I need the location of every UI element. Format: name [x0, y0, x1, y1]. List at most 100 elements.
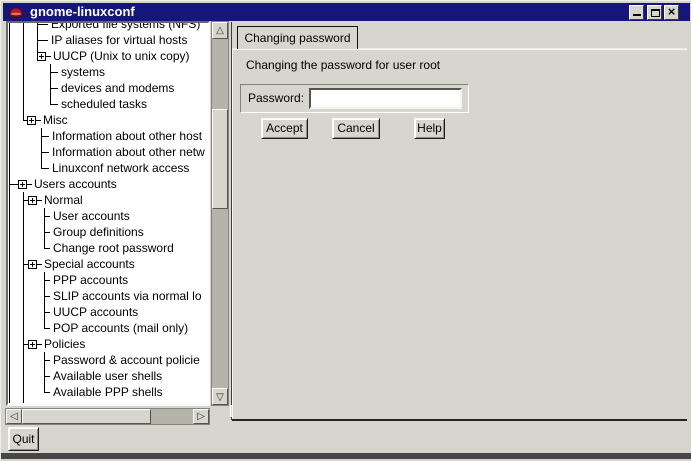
- window-title: gnome-linuxconf: [30, 3, 135, 21]
- tree-branch-line: [44, 392, 50, 393]
- maximize-icon: [651, 9, 660, 17]
- tree-expander-icon[interactable]: [27, 116, 36, 125]
- tree-item[interactable]: Change root password: [53, 240, 174, 256]
- tree-guide-line: [50, 64, 51, 104]
- close-icon: ×: [665, 6, 678, 19]
- plus-bar: [32, 342, 33, 347]
- tree-guide-line: [41, 128, 42, 168]
- tree-guide-line: [37, 21, 38, 56]
- tree-branch-line: [44, 296, 50, 297]
- tree-branch-line: [44, 232, 50, 233]
- tree-item[interactable]: Information about other netw: [52, 144, 205, 160]
- tree-guide-line: [44, 352, 45, 392]
- tree-item[interactable]: Group definitions: [53, 224, 144, 240]
- tree-item[interactable]: Information about other host: [52, 128, 202, 144]
- tree-item[interactable]: Linuxconf network access: [52, 160, 189, 176]
- tree-item[interactable]: Policies: [44, 336, 85, 352]
- tree-branch-line: [44, 280, 50, 281]
- window-bottom-frame: [1, 453, 691, 459]
- maximize-button[interactable]: [647, 5, 662, 20]
- tree-expander-icon[interactable]: [28, 260, 37, 269]
- tree-branch-line: [44, 376, 50, 377]
- tree-branch-line: [44, 360, 50, 361]
- tree-branch-line: [37, 264, 42, 265]
- cancel-button[interactable]: Cancel: [332, 118, 380, 139]
- tree-guide-line: [9, 21, 10, 403]
- accept-button[interactable]: Accept: [261, 118, 308, 139]
- tree-branch-line: [9, 184, 18, 185]
- quit-button[interactable]: Quit: [8, 427, 39, 451]
- titlebar[interactable]: gnome-linuxconf ×: [3, 3, 690, 21]
- tree-branch-line: [27, 184, 32, 185]
- tree-item[interactable]: Exported file systems (NFS): [51, 21, 200, 32]
- tree-item[interactable]: systems: [61, 64, 105, 80]
- tree-branch-line: [50, 72, 58, 73]
- tree-branch-line: [50, 88, 58, 89]
- plus-bar: [32, 198, 33, 203]
- tree-guide-line: [23, 21, 24, 120]
- scroll-down-button[interactable]: ▽: [212, 388, 228, 405]
- scroll-down-icon: ▽: [213, 389, 227, 404]
- tree-item[interactable]: UUCP (Unix to unix copy): [53, 48, 190, 64]
- tree-item[interactable]: Available PPP shells: [53, 384, 163, 400]
- vertical-scrollbar-thumb[interactable]: [212, 109, 228, 209]
- tree-branch-line: [36, 120, 41, 121]
- tree-branch-line: [44, 248, 50, 249]
- application-window: gnome-linuxconf × Exported file systems …: [0, 0, 691, 461]
- tree-guide-line: [23, 192, 24, 403]
- password-label: Password:: [248, 85, 304, 112]
- tree-branch-line: [37, 24, 48, 25]
- plus-bar: [41, 54, 42, 59]
- tree-vertical-scrollbar[interactable]: △ ▽: [211, 21, 229, 406]
- scroll-left-icon: ◁: [7, 410, 21, 423]
- tree-branch-line: [46, 56, 51, 57]
- panel-heading: Changing the password for user root: [246, 58, 440, 72]
- tree-item[interactable]: IP aliases for virtual hosts: [51, 32, 188, 48]
- config-tree: Exported file systems (NFS)IP aliases fo…: [6, 21, 210, 406]
- help-button[interactable]: Help: [414, 118, 445, 139]
- tree-item[interactable]: devices and modems: [61, 80, 174, 96]
- minimize-icon: [633, 14, 641, 16]
- scroll-right-button[interactable]: ▷: [193, 409, 209, 424]
- tree-expander-icon[interactable]: [28, 196, 37, 205]
- tree-branch-line: [37, 344, 42, 345]
- tree-horizontal-scrollbar[interactable]: ◁ ▷: [5, 408, 210, 425]
- tree-branch-line: [50, 104, 58, 105]
- tree-item[interactable]: UUCP accounts: [53, 304, 138, 320]
- tree-branch-line: [41, 168, 49, 169]
- scroll-left-button[interactable]: ◁: [6, 409, 22, 424]
- tree-item[interactable]: Password & account policie: [53, 352, 200, 368]
- tree-item[interactable]: Normal: [44, 192, 83, 208]
- tree-item[interactable]: Special accounts: [44, 256, 135, 272]
- close-button[interactable]: ×: [664, 5, 679, 20]
- scroll-up-button[interactable]: △: [212, 22, 228, 39]
- tree-branch-line: [44, 216, 50, 217]
- tree-item[interactable]: Available user shells: [53, 368, 162, 384]
- tab-changing-password[interactable]: Changing password: [237, 26, 358, 49]
- tree-expander-icon[interactable]: [28, 340, 37, 349]
- minimize-button[interactable]: [629, 5, 644, 20]
- tree-item[interactable]: Misc: [43, 112, 68, 128]
- tree-item[interactable]: SLIP accounts via normal lo: [53, 288, 202, 304]
- redhat-logo-icon: [8, 4, 24, 20]
- tree-expander-icon[interactable]: [18, 180, 27, 189]
- config-tree-content: Exported file systems (NFS)IP aliases fo…: [8, 23, 208, 404]
- plus-bar: [32, 262, 33, 267]
- tree-branch-line: [41, 152, 49, 153]
- tree-branch-line: [44, 328, 50, 329]
- tree-item[interactable]: scheduled tasks: [61, 96, 147, 112]
- tree-item[interactable]: Users accounts: [34, 176, 117, 192]
- tree-item[interactable]: User accounts: [53, 208, 130, 224]
- tree-branch-line: [44, 312, 50, 313]
- tree-item[interactable]: PPP accounts: [53, 272, 128, 288]
- tree-branch-line: [37, 200, 42, 201]
- scroll-up-icon: △: [213, 23, 227, 38]
- scroll-right-icon: ▷: [194, 410, 208, 423]
- password-input[interactable]: [309, 88, 462, 109]
- tree-item[interactable]: POP accounts (mail only): [53, 320, 188, 336]
- tree-expander-icon[interactable]: [37, 52, 46, 61]
- tree-branch-line: [37, 40, 48, 41]
- horizontal-scrollbar-thumb[interactable]: [22, 409, 151, 424]
- plus-bar: [31, 118, 32, 123]
- tree-branch-line: [41, 136, 49, 137]
